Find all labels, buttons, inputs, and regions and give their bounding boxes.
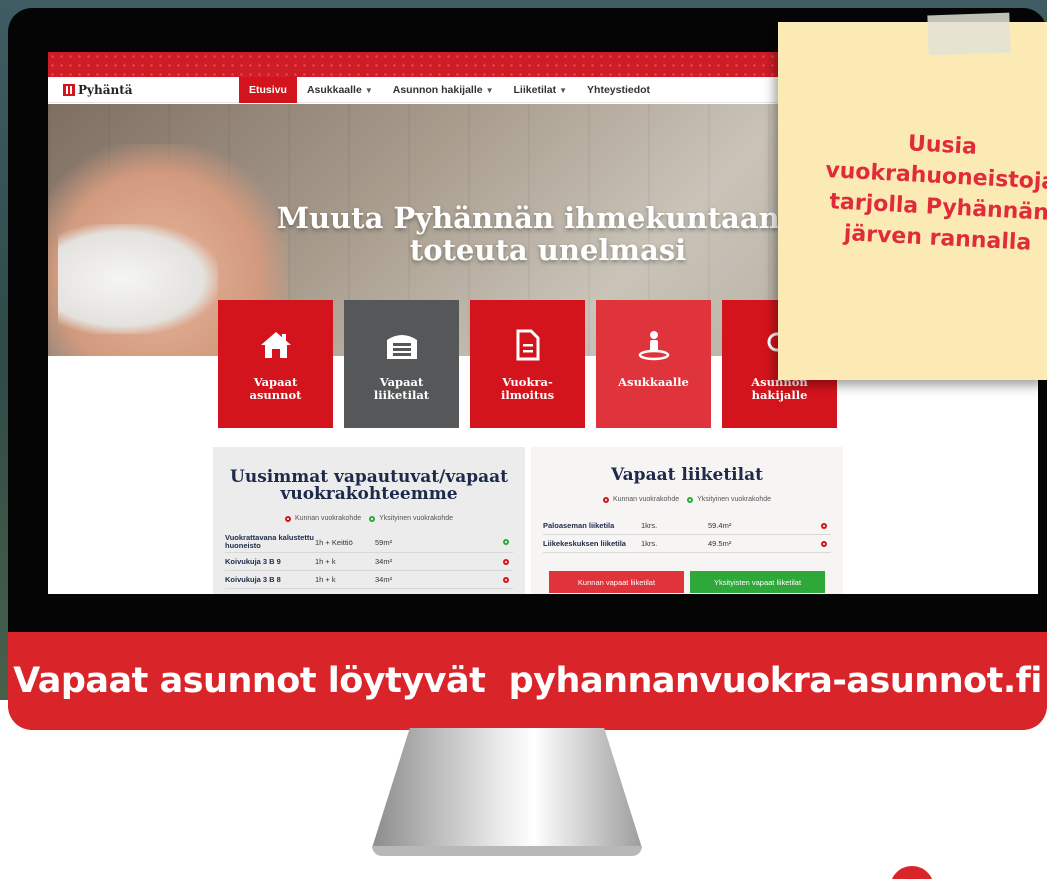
- caret-down-icon: ▼: [559, 85, 568, 95]
- tile-vapaat-liiketilat[interactable]: Vapaat liiketilat: [344, 300, 459, 428]
- sticky-note-text: Uusia vuokrahuoneistoja tarjolla Pyhännä…: [824, 131, 1047, 256]
- nav-item-yhteystiedot[interactable]: Yhteystiedot: [577, 77, 660, 103]
- nav-label: Liiketilat: [513, 83, 557, 96]
- tile-vapaat-asunnot[interactable]: Vapaat asunnot: [218, 300, 333, 428]
- caret-down-icon: ▼: [364, 85, 373, 95]
- monitor-stand: [372, 728, 642, 848]
- row-size: 34m²: [375, 557, 393, 566]
- municipal-dot-icon: [503, 576, 509, 583]
- nav-item-asunnon-hakijalle[interactable]: Asunnon hakijalle ▼: [383, 77, 504, 103]
- logo-icon: [63, 83, 75, 96]
- row-rooms: 1h + Keittiö: [315, 537, 353, 547]
- tile-vuokrailmoitus[interactable]: Vuokra- ilmoitus: [470, 300, 585, 428]
- rentals-table: Vuokrattavana kalustettu huoneisto 1h + …: [225, 532, 513, 589]
- tile-label: Vapaat liiketilat: [373, 375, 430, 402]
- table-row[interactable]: Vuokrattavana kalustettu huoneisto 1h + …: [225, 532, 513, 553]
- table-row[interactable]: Liikekeskuksen liiketila 1krs. 49.5m²: [543, 535, 831, 553]
- sticky-note-tape: [927, 12, 1011, 56]
- private-spaces-button[interactable]: Yksityisten vapaat liiketilat: [690, 571, 825, 593]
- person-location-icon: [637, 328, 671, 362]
- latest-rentals-panel: Uusimmat vapautuvat/vapaat vuokrakohteem…: [213, 447, 525, 594]
- nav-item-asukkaalle[interactable]: Asukkaalle ▼: [297, 77, 383, 103]
- nav-label: Yhteystiedot: [587, 83, 651, 96]
- private-dot-icon: [369, 515, 376, 522]
- monitor-stand-base: [372, 846, 642, 856]
- row-size: 59m²: [375, 537, 393, 547]
- row-floor: 1krs.: [641, 539, 658, 548]
- private-dot-icon: [687, 496, 694, 503]
- table-row[interactable]: Paloaseman liiketila 1krs. 59.4m²: [543, 517, 831, 535]
- row-rooms: 1h + k: [315, 557, 336, 566]
- legend-municipal: Kunnan vuokrakohde: [612, 496, 680, 503]
- row-size: 49.5m²: [708, 539, 732, 548]
- legend-private: Yksityinen vuokrakohde: [697, 496, 772, 503]
- legend-private: Yksityinen vuokrakohde: [379, 515, 454, 522]
- document-icon: [511, 328, 545, 362]
- tile-asukkaalle[interactable]: Asukkaalle: [596, 300, 711, 428]
- commercial-spaces-panel: Vapaat liiketilat Kunnan vuokrakohde Yks…: [531, 447, 843, 594]
- row-size: 59.4m²: [708, 521, 732, 530]
- municipal-dot-icon: [821, 540, 827, 547]
- tile-label: Vuokra- ilmoitus: [500, 375, 555, 402]
- nav-item-etusivu[interactable]: Etusivu: [239, 76, 297, 103]
- municipal-dot-icon: [284, 515, 291, 522]
- garage-icon: [385, 328, 419, 362]
- nav-item-liiketilat[interactable]: Liiketilat ▼: [504, 77, 578, 103]
- row-name[interactable]: Koivukuja 3 B 8: [225, 575, 315, 584]
- logo-text: Pyhäntä: [78, 82, 133, 97]
- site-logo[interactable]: Pyhäntä: [63, 83, 239, 97]
- table-row[interactable]: Koivukuja 3 B 8 1h + k 34m²: [225, 571, 513, 589]
- row-size: 34m²: [375, 575, 393, 584]
- hero-paper-family-image: [58, 224, 218, 334]
- hero-title: Muuta Pyhännän ihmekuntaan ja toteuta un…: [276, 201, 820, 267]
- home-icon: [259, 328, 293, 362]
- row-name[interactable]: Koivukuja 3 B 9: [225, 557, 315, 566]
- private-dot-icon: [503, 539, 509, 545]
- row-rooms: 1h + k: [315, 575, 336, 584]
- legend: Kunnan vuokrakohde Yksityinen vuokrakohd…: [213, 515, 525, 522]
- row-name[interactable]: Vuokrattavana kalustettu huoneisto: [225, 534, 315, 550]
- commercial-buttons: Kunnan vapaat liiketilat Yksityisten vap…: [549, 571, 825, 593]
- nav-label: Asukkaalle: [306, 83, 362, 96]
- tile-label: Asukkaalle: [618, 375, 689, 389]
- tile-label: Vapaat asunnot: [249, 375, 302, 402]
- row-floor: 1krs.: [641, 521, 658, 530]
- quick-link-tiles: Vapaat asunnot Vapaat liiketilat Vuokra-…: [218, 300, 837, 428]
- table-row[interactable]: Koivukuja 3 B 9 1h + k 34m²: [225, 553, 513, 571]
- legend: Kunnan vuokrakohde Yksityinen vuokrakohd…: [531, 496, 843, 503]
- municipal-dot-icon: [503, 558, 509, 565]
- monitor-chin-banner: Vapaat asunnot löytyvät pyhannanvuokra-a…: [8, 632, 1047, 730]
- row-name[interactable]: Liikekeskuksen liiketila: [543, 539, 641, 548]
- legend-municipal: Kunnan vuokrakohde: [294, 515, 362, 522]
- banner-text: Vapaat asunnot löytyvät pyhannanvuokra-a…: [13, 661, 1042, 701]
- municipal-spaces-button[interactable]: Kunnan vapaat liiketilat: [549, 571, 684, 593]
- caret-down-icon: ▼: [485, 85, 494, 95]
- commercial-table: Paloaseman liiketila 1krs. 59.4m² Liikek…: [543, 517, 831, 553]
- nav-label: Etusivu: [249, 83, 287, 96]
- nav-label: Asunnon hakijalle: [392, 83, 483, 96]
- row-name[interactable]: Paloaseman liiketila: [543, 521, 641, 530]
- municipal-dot-icon: [602, 496, 609, 503]
- municipal-dot-icon: [821, 522, 827, 529]
- panel-title: Uusimmat vapautuvat/vapaat vuokrakohteem…: [230, 467, 508, 504]
- panel-title: Vapaat liiketilat: [611, 465, 763, 485]
